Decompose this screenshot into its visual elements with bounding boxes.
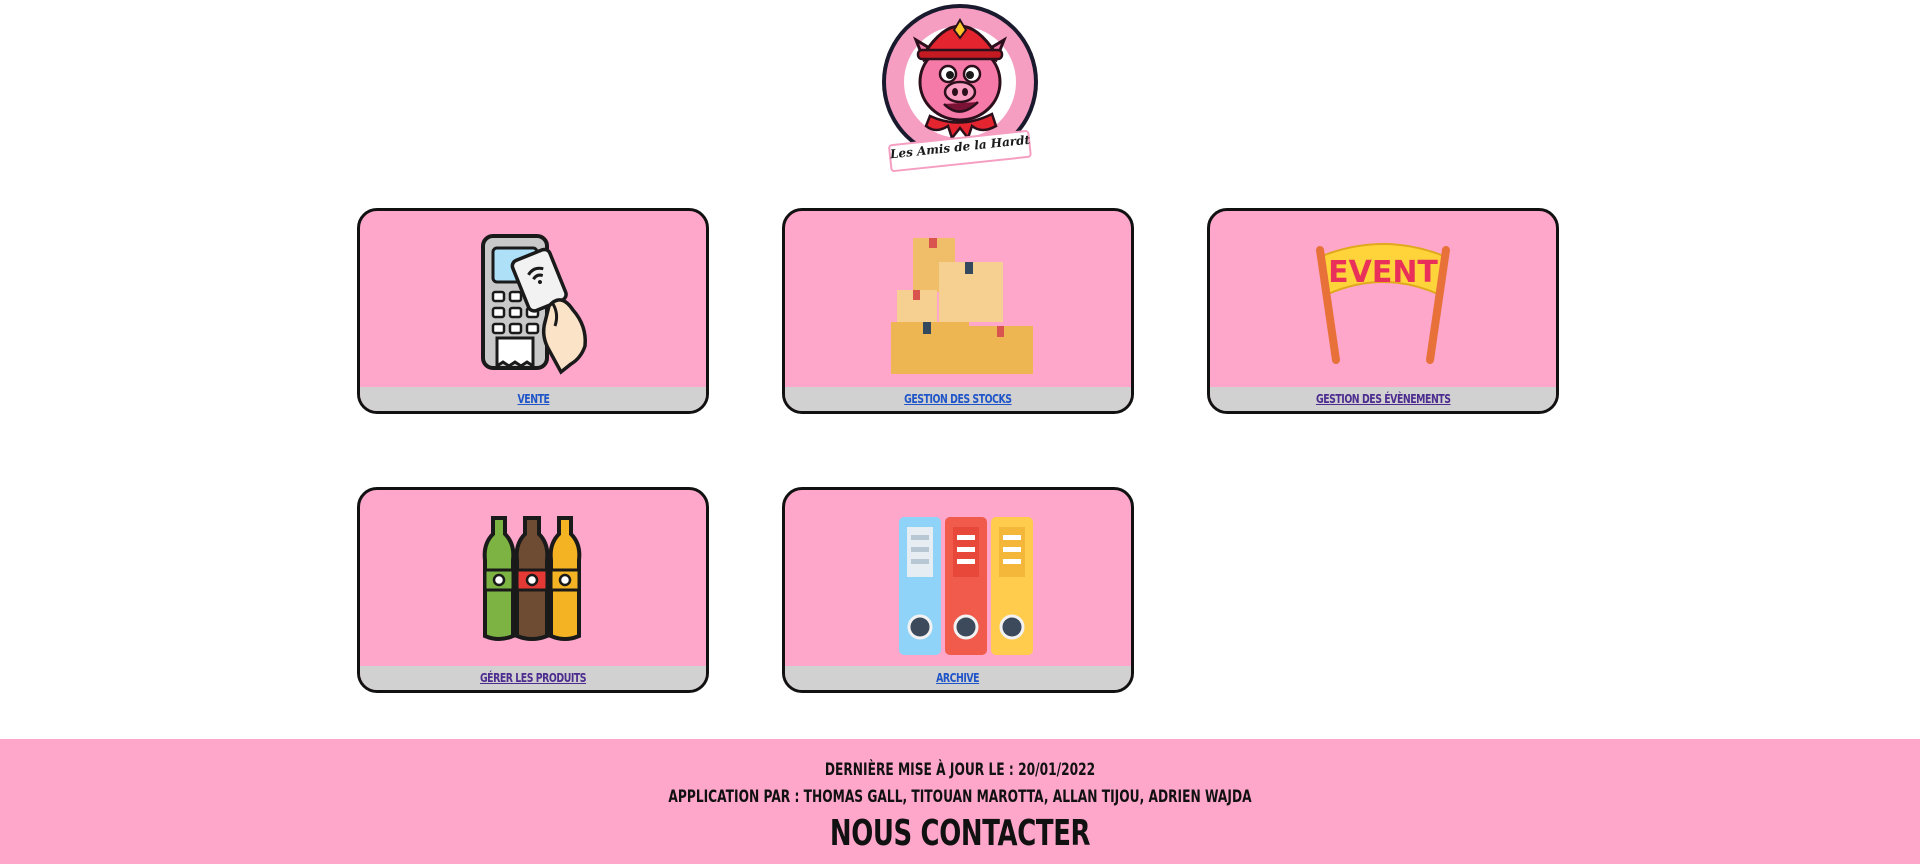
card-produits-label-bar: GÉRER LES PRODUITS xyxy=(360,666,706,690)
page: Les Amis de la Hardt VENTE GESTION DES S… xyxy=(0,0,1920,864)
footer: DERNIÈRE MISE À JOUR LE : 20/01/2022 APP… xyxy=(0,739,1920,864)
boxes-icon xyxy=(891,238,1033,374)
card-archive[interactable]: ARCHIVE xyxy=(782,487,1134,693)
card-stocks-label-bar: GESTION DES STOCKS xyxy=(785,387,1131,411)
banner-text: EVENT xyxy=(1328,255,1438,290)
card-produits-art xyxy=(360,490,706,670)
card-stocks-art xyxy=(785,211,1131,391)
link-gerer-produits[interactable]: GÉRER LES PRODUITS xyxy=(480,666,587,690)
card-events-label-bar: GESTION DES ÉVÈNEMENTS xyxy=(1210,387,1556,411)
card-vente-art xyxy=(360,211,706,391)
card-vente[interactable]: VENTE xyxy=(357,208,709,414)
card-archive-label-bar: ARCHIVE xyxy=(785,666,1131,690)
card-events[interactable]: EVENT GESTION DES ÉVÈNEMENTS xyxy=(1207,208,1559,414)
bottles-icon xyxy=(482,516,582,641)
link-gestion-evenements[interactable]: GESTION DES ÉVÈNEMENTS xyxy=(1316,387,1451,411)
link-archive[interactable]: ARCHIVE xyxy=(936,666,979,690)
card-vente-label-bar: VENTE xyxy=(360,387,706,411)
card-produits[interactable]: GÉRER LES PRODUITS xyxy=(357,487,709,693)
contact-link[interactable]: NOUS CONTACTER xyxy=(269,813,1651,854)
link-gestion-stocks[interactable]: GESTION DES STOCKS xyxy=(904,387,1012,411)
event-banner-icon: EVENT xyxy=(1316,243,1450,364)
site-logo[interactable]: Les Amis de la Hardt xyxy=(872,2,1048,178)
footer-authors: APPLICATION PAR : THOMAS GALL, TITOUAN M… xyxy=(668,787,1252,807)
footer-last-update: DERNIÈRE MISE À JOUR LE : 20/01/2022 xyxy=(824,760,1096,780)
binders-icon xyxy=(899,517,1033,655)
payment-terminal-icon xyxy=(481,234,587,375)
card-archive-art xyxy=(785,490,1131,670)
card-events-art: EVENT xyxy=(1210,211,1556,391)
link-vente[interactable]: VENTE xyxy=(517,387,549,411)
card-stocks[interactable]: GESTION DES STOCKS xyxy=(782,208,1134,414)
